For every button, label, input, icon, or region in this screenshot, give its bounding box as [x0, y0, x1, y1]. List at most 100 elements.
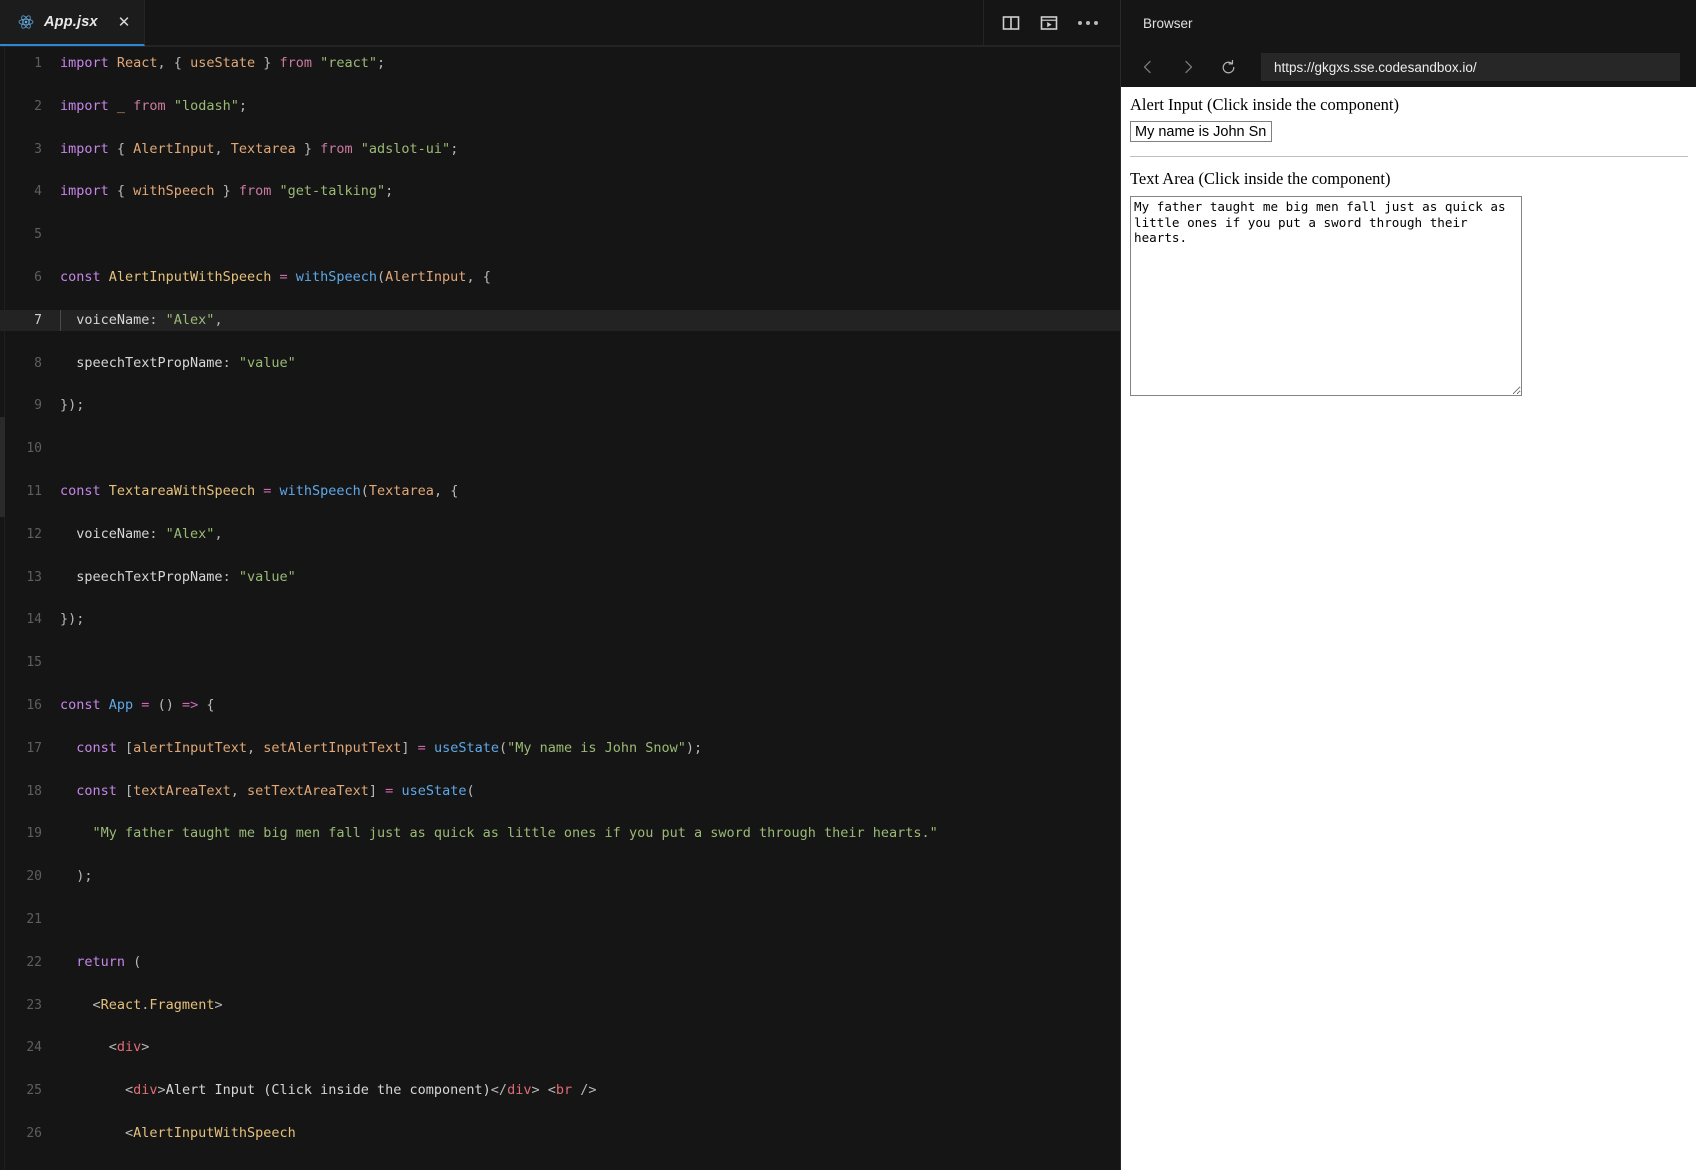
reload-icon[interactable] — [1215, 54, 1241, 80]
line-number: 3 — [34, 141, 42, 157]
line-source: }); — [60, 397, 85, 414]
line-number: 18 — [26, 783, 42, 799]
line-source: import { AlertInput, Textarea } from "ad… — [60, 140, 459, 157]
line-number: 21 — [26, 911, 42, 927]
line-number: 17 — [26, 740, 42, 756]
code-line[interactable]: 15 — [0, 652, 1120, 673]
code-line[interactable]: 25 <div>Alert Input (Click inside the co… — [0, 1080, 1120, 1101]
line-source: const [alertInputText, setAlertInputText… — [60, 739, 703, 756]
line-number: 13 — [26, 569, 42, 585]
textarea-label: Text Area (Click inside the component) — [1130, 169, 1391, 188]
line-number: 4 — [34, 184, 42, 200]
code-line[interactable]: 16 const App = () => { — [0, 695, 1120, 716]
textarea-field[interactable]: My father taught me big men fall just as… — [1130, 196, 1522, 396]
line-number: 15 — [26, 655, 42, 671]
url-bar[interactable]: https://gkgxs.sse.codesandbox.io/ — [1261, 53, 1680, 81]
browser-pane: Browser https://gkgxs.sse.codesandbox.io… — [1120, 0, 1696, 1170]
line-source: ); — [60, 868, 93, 885]
code-line[interactable]: 18 const [textAreaText, setTextAreaText]… — [0, 781, 1120, 802]
line-number: 26 — [26, 1125, 42, 1141]
code-line[interactable]: 23 <React.Fragment> — [0, 995, 1120, 1016]
code-line[interactable]: 19 "My father taught me big men fall jus… — [0, 823, 1120, 844]
code-line[interactable]: 17 const [alertInputText, setAlertInputT… — [0, 738, 1120, 759]
code-line[interactable]: 3 import { AlertInput, Textarea } from "a… — [0, 139, 1120, 160]
line-number: 7 — [34, 312, 42, 328]
alert-input-section: Alert Input (Click inside the component) — [1130, 95, 1688, 142]
code-line[interactable]: 10 — [0, 438, 1120, 459]
code-editor[interactable]: 1 import React, { useState } from "react"… — [0, 47, 1120, 1170]
line-source: "My father taught me big men fall just a… — [60, 825, 938, 842]
codesandbox-window: App.jsx ✕ 1 import React, {useState} f… — [0, 0, 1696, 1170]
alert-input-label: Alert Input (Click inside the component) — [1130, 95, 1399, 114]
code-line[interactable]: 20 ); — [0, 866, 1120, 887]
url-text: https://gkgxs.sse.codesandbox.io/ — [1274, 59, 1477, 75]
line-number: 16 — [26, 697, 42, 713]
textarea-section: Text Area (Click inside the component) M… — [1130, 169, 1688, 396]
line-number: 9 — [34, 398, 42, 414]
line-source: speechTextPropName: "value" — [60, 568, 296, 585]
alert-input-field[interactable] — [1130, 121, 1272, 142]
line-source: voiceName: "Alex", — [60, 525, 223, 542]
code-line[interactable]: 5 — [0, 224, 1120, 245]
line-source: import React, { useState } from "react"; — [60, 55, 386, 71]
line-source: <div>Alert Input (Click inside the compo… — [60, 1082, 597, 1099]
open-preview-icon[interactable] — [1040, 14, 1058, 32]
line-source: import { withSpeech } from "get-talking"… — [60, 183, 394, 200]
chevron-right-icon[interactable] — [1175, 54, 1201, 80]
section-divider — [1130, 156, 1688, 157]
line-number: 20 — [26, 869, 42, 885]
code-line[interactable]: 26 <AlertInputWithSpeech — [0, 1123, 1120, 1144]
chevron-left-icon[interactable] — [1135, 54, 1161, 80]
line-number: 27 — [0, 1166, 60, 1170]
line-number: 12 — [26, 526, 42, 542]
code-line[interactable]: 9}); — [0, 395, 1120, 416]
code-line[interactable]: 4 import { withSpeech } from "get-talking… — [0, 181, 1120, 202]
code-line[interactable]: 22 return ( — [0, 952, 1120, 973]
line-number: 1 — [34, 56, 42, 71]
line-number: 6 — [34, 269, 42, 285]
close-icon[interactable]: ✕ — [118, 14, 131, 30]
line-source: <React.Fragment> — [60, 996, 223, 1013]
line-number: 19 — [26, 826, 42, 842]
line-number: 8 — [34, 355, 42, 371]
line-source: import _ from "lodash"; — [60, 97, 247, 114]
browser-navbar: https://gkgxs.sse.codesandbox.io/ — [1121, 47, 1696, 87]
line-source: const [textAreaText, setTextAreaText] = … — [60, 782, 475, 799]
line-source: speechTextPropName: "value" — [60, 354, 296, 371]
editor-tab-app-jsx[interactable]: App.jsx ✕ — [0, 0, 146, 46]
line-number: 10 — [26, 441, 42, 457]
more-options-icon[interactable] — [1078, 20, 1098, 25]
line-source: <AlertInputWithSpeech — [60, 1124, 296, 1141]
code-line[interactable]: 2 import _ from "lodash"; — [0, 96, 1120, 117]
code-line[interactable]: 7 voiceName: "Alex", — [0, 309, 1120, 332]
code-line[interactable]: 6 const AlertInputWithSpeech = withSpeech… — [0, 267, 1120, 288]
split-pane-icon[interactable] — [1002, 14, 1020, 32]
code-line[interactable]: 21 — [0, 909, 1120, 930]
line-source: }); — [60, 611, 85, 628]
code-line[interactable]: 12 voiceName: "Alex", — [0, 524, 1120, 545]
line-number: 24 — [26, 1040, 42, 1056]
code-content[interactable]: 1 import React, { useState } from "react"… — [0, 47, 1120, 1170]
line-source: const TextareaWithSpeech = withSpeech(Te… — [60, 482, 459, 499]
code-line[interactable]: 27 value={alertInputText} — [0, 1166, 1120, 1170]
line-source: const App = () => { — [60, 696, 215, 713]
code-line[interactable]: 1 import React, { useState } from "react"… — [0, 53, 1120, 74]
line-number: 22 — [26, 954, 42, 970]
editor-pane: App.jsx ✕ 1 import React, {useState} f… — [0, 0, 1120, 1170]
code-line[interactable]: 14}); — [0, 609, 1120, 630]
line-number: 11 — [26, 483, 42, 499]
editor-tabbar: App.jsx ✕ — [0, 0, 1120, 47]
code-line[interactable]: 24 <div> — [0, 1037, 1120, 1058]
code-line[interactable]: 8 speechTextPropName: "value" — [0, 353, 1120, 374]
code-line[interactable]: 13 speechTextPropName: "value" — [0, 567, 1120, 588]
editor-tab-label: App.jsx — [44, 14, 98, 30]
line-source: voiceName: "Alex", — [60, 311, 223, 328]
tabbar-spacer — [145, 0, 983, 46]
editor-toolbar — [983, 0, 1120, 46]
line-number: 25 — [26, 1083, 42, 1099]
line-number: 5 — [34, 227, 42, 243]
line-source: return ( — [60, 953, 142, 970]
line-number: 2 — [34, 98, 42, 114]
line-number: 23 — [26, 997, 42, 1013]
code-line[interactable]: 11 const TextareaWithSpeech = withSpeech(… — [0, 481, 1120, 502]
